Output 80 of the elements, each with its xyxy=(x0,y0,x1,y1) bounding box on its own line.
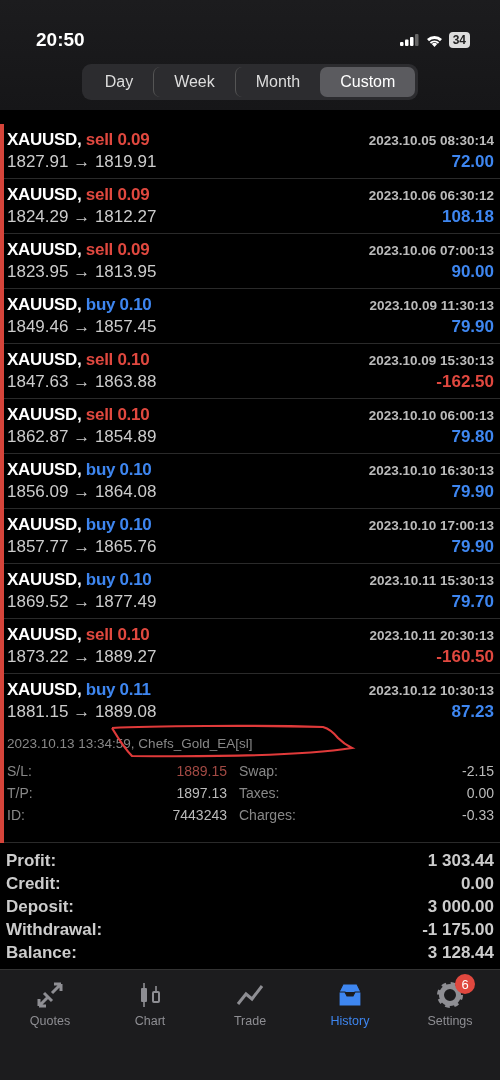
deal-symbol: XAUUSD, buy 0.10 xyxy=(7,460,152,480)
detail-value: 7443243 xyxy=(171,807,227,823)
deal-prices: 1847.63 → 1863.88 xyxy=(7,372,157,392)
deal-time: 2023.10.10 17:00:13 xyxy=(368,518,494,533)
deal-symbol: XAUUSD, buy 0.11 xyxy=(7,680,151,700)
deal-symbol: XAUUSD, buy 0.10 xyxy=(7,570,152,590)
deal-symbol: XAUUSD, buy 0.10 xyxy=(7,515,152,535)
summary-value: 3 128.44 xyxy=(427,943,494,963)
detail-label: S/L: xyxy=(7,763,33,779)
deal-profit: 79.90 xyxy=(451,317,494,337)
detail-label: Charges: xyxy=(238,807,297,823)
detail-value: 1889.15 xyxy=(175,763,227,779)
tab-bar-item[interactable]: History xyxy=(310,972,390,1038)
battery-indicator: 34 xyxy=(448,32,470,48)
deal-prices: 1873.22 → 1889.27 xyxy=(7,647,157,667)
deal-profit: 90.00 xyxy=(451,262,494,282)
tab-bar-item[interactable]: Trade xyxy=(210,972,290,1038)
deal-prices: 1869.52 → 1877.49 xyxy=(7,592,157,612)
deal-time: 2023.10.10 16:30:13 xyxy=(368,463,494,478)
detail-value: 1897.13 xyxy=(175,785,227,801)
status-time: 20:50 xyxy=(36,29,85,51)
deal-profit: -162.50 xyxy=(436,372,494,392)
summary-label: Deposit: xyxy=(6,897,74,917)
deal-profit: 79.80 xyxy=(451,427,494,447)
period-tab[interactable]: Week xyxy=(153,67,235,97)
diagonal-arrows-icon xyxy=(35,980,65,1010)
tab-bar-item[interactable]: 6 Settings xyxy=(410,972,490,1038)
deal-symbol: XAUUSD, sell 0.10 xyxy=(7,625,150,645)
deal-prices: 1856.09 → 1864.08 xyxy=(7,482,157,502)
deal-profit: 87.23 xyxy=(451,702,494,722)
deal-symbol: XAUUSD, buy 0.10 xyxy=(7,295,152,315)
detail-value: -2.15 xyxy=(462,763,494,779)
detail-label: Taxes: xyxy=(238,785,281,801)
deal-symbol: XAUUSD, sell 0.10 xyxy=(7,405,150,425)
summary-value: 0.00 xyxy=(460,874,494,894)
deal-prices: 1857.77 → 1865.76 xyxy=(7,537,157,557)
deal-time: 2023.10.09 15:30:13 xyxy=(368,353,494,368)
signal-icon xyxy=(399,34,420,46)
deal-time: 2023.10.06 06:30:12 xyxy=(368,188,494,203)
tab-bar-item[interactable]: Quotes xyxy=(10,972,90,1038)
deal-profit: 108.18 xyxy=(442,207,494,227)
detail-value: -0.33 xyxy=(462,807,494,823)
deal-time: 2023.10.09 11:30:13 xyxy=(369,298,494,313)
deal-prices: 1824.29 → 1812.27 xyxy=(7,207,157,227)
summary-value: 1 303.44 xyxy=(427,851,494,871)
summary-label: Withdrawal: xyxy=(6,920,103,940)
detail-label: Swap: xyxy=(238,763,279,779)
deal-profit: 72.00 xyxy=(451,152,494,172)
deal-profit: -160.50 xyxy=(436,647,494,667)
deal-prices: 1881.15 → 1889.08 xyxy=(7,702,157,722)
deal-symbol: XAUUSD, sell 0.09 xyxy=(7,185,150,205)
summary-label: Credit: xyxy=(6,874,61,894)
deal-profit: 79.70 xyxy=(451,592,494,612)
deal-symbol: XAUUSD, sell 0.10 xyxy=(7,350,150,370)
deal-time: 2023.10.11 15:30:13 xyxy=(369,573,494,588)
deal-time: 2023.10.12 10:30:13 xyxy=(368,683,494,698)
deal-prices: 1862.87 → 1854.89 xyxy=(7,427,157,447)
deal-symbol: XAUUSD, sell 0.09 xyxy=(7,130,150,150)
detail-label: ID: xyxy=(7,807,26,823)
tab-bar-item[interactable]: Chart xyxy=(110,972,190,1038)
summary-label: Balance: xyxy=(6,943,77,963)
deal-time: 2023.10.10 06:00:13 xyxy=(368,408,494,423)
detail-label: T/P: xyxy=(7,785,34,801)
deal-profit: 79.90 xyxy=(451,537,494,557)
deal-time: 2023.10.11 20:30:13 xyxy=(369,628,494,643)
wifi-icon xyxy=(425,33,443,47)
notification-badge: 6 xyxy=(455,974,475,994)
summary-value: 3 000.00 xyxy=(427,897,494,917)
deal-prices: 1827.91 → 1819.91 xyxy=(7,152,157,172)
deal-time: 2023.10.06 07:00:13 xyxy=(368,243,494,258)
summary-value: -1 175.00 xyxy=(422,920,494,940)
period-tab[interactable]: Day xyxy=(84,67,154,97)
deal-prices: 1849.46 → 1857.45 xyxy=(7,317,157,337)
deal-time: 2023.10.05 08:30:14 xyxy=(368,133,494,148)
period-tab[interactable]: Custom xyxy=(320,67,416,97)
detail-value: 0.00 xyxy=(465,785,494,801)
summary-label: Profit: xyxy=(6,851,57,871)
deal-prices: 1823.95 → 1813.95 xyxy=(7,262,157,282)
deal-symbol: XAUUSD, sell 0.09 xyxy=(7,240,150,260)
deal-profit: 79.90 xyxy=(451,482,494,502)
